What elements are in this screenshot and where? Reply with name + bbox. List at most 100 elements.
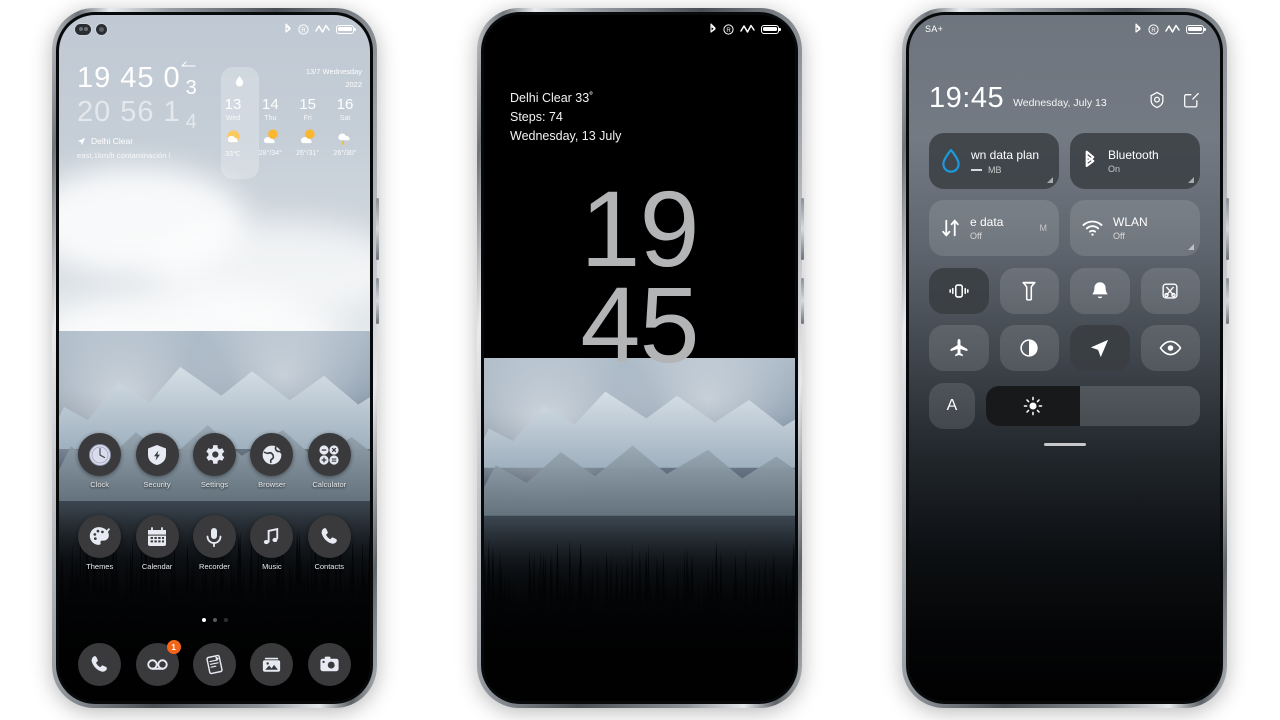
signal-icon — [740, 24, 755, 33]
music-note-icon — [250, 515, 294, 558]
volume-button-2[interactable] — [801, 198, 804, 260]
page-dot[interactable] — [212, 618, 217, 622]
dock-voicemail[interactable]: 1 — [135, 640, 181, 686]
phone-device-home: R 19 45 0 3 20 56 1 4 Delhi Clear east,1… — [52, 8, 379, 708]
app-contacts[interactable]: Contacts — [304, 515, 354, 571]
app-security[interactable]: Security — [132, 433, 182, 489]
tile-expand-corner[interactable] — [1188, 244, 1194, 250]
app-label: Music — [262, 562, 282, 571]
camera-punch-hole-dual — [75, 23, 91, 35]
signal-icon — [315, 24, 330, 33]
tile-subtitle: Off — [1113, 231, 1125, 241]
tile-title: e data — [970, 215, 1004, 229]
app-grid: Clock Security Settings Browser Calculat… — [59, 433, 370, 597]
drag-handle[interactable] — [1043, 443, 1086, 446]
calendar-icon — [135, 515, 179, 558]
bluetooth-icon — [710, 23, 716, 33]
phone-handset-icon — [91, 656, 108, 672]
tile-expand-corner[interactable] — [1047, 177, 1053, 183]
app-recorder[interactable]: Recorder — [189, 515, 239, 571]
lock-weather-line: Delhi Clear 33˚ — [510, 91, 594, 105]
location-arrow-icon — [1091, 339, 1109, 357]
tile-data-plan[interactable]: wn data plan MB — [929, 133, 1059, 189]
toggle-vibrate[interactable] — [929, 268, 989, 314]
brightness-slider-fill — [986, 386, 1081, 426]
lock-clock: 19 45 — [484, 175, 795, 385]
tile-title: WLAN — [1113, 215, 1148, 229]
dock: 1 — [59, 640, 370, 686]
edit-pencil-icon[interactable] — [1182, 91, 1200, 109]
dock-camera[interactable] — [307, 643, 351, 686]
scissors-crop-icon — [1162, 283, 1178, 299]
weather-widget[interactable]: 13/7 Wednesday 2022 13 Wed 33℃ 14 Thu 28… — [216, 67, 362, 179]
power-button-2[interactable] — [801, 278, 804, 324]
tile-title: Bluetooth — [1108, 148, 1159, 162]
notes-icon — [206, 654, 223, 675]
carrier-label: SA+ — [925, 24, 944, 34]
toggle-screenshot[interactable] — [1140, 268, 1200, 314]
power-button-1[interactable] — [376, 278, 379, 324]
mobile-data-icon — [942, 219, 959, 237]
app-themes[interactable]: Themes — [75, 515, 125, 571]
vibrate-icon — [949, 284, 969, 298]
forecast-day[interactable]: 16 Sat 26°/30° — [328, 96, 362, 158]
auto-brightness-label: A — [946, 397, 958, 414]
toggle-eye-comfort[interactable] — [1140, 325, 1200, 371]
app-calculator[interactable]: Calculator — [304, 433, 354, 489]
location-text: Delhi Clear — [91, 136, 134, 146]
dock-notes[interactable] — [192, 643, 236, 686]
app-label: Security — [143, 480, 171, 489]
brightness-slider[interactable] — [986, 386, 1200, 426]
ring-silent-icon: R — [723, 23, 734, 35]
gallery-icon — [263, 657, 281, 672]
app-calendar[interactable]: Calendar — [132, 515, 182, 571]
tile-wlan[interactable]: WLAN Off — [1070, 200, 1200, 256]
microphone-icon — [192, 515, 236, 558]
eye-icon — [1159, 340, 1182, 356]
tile-expand-corner[interactable] — [1188, 177, 1194, 183]
phone-device-lock: R Delhi Clear 33˚ Steps: 74 Wednesday, 1… — [477, 8, 804, 708]
airplane-icon — [950, 339, 968, 357]
tile-mobile-data[interactable]: e data Off M — [929, 200, 1059, 256]
app-row-2: Themes Calendar Recorder Music Contacts — [59, 515, 370, 571]
clock-hour-alt: 20 — [77, 96, 112, 128]
bell-icon — [1091, 282, 1108, 299]
app-label: Themes — [86, 562, 114, 571]
volume-button-3[interactable] — [1226, 198, 1229, 260]
clock-extra-big-alt: 1 — [163, 96, 181, 128]
status-bar-3: SA+ R — [909, 15, 1220, 43]
dock-gallery[interactable] — [250, 643, 294, 686]
app-label: Settings — [200, 480, 229, 489]
gear-icon[interactable] — [1148, 91, 1166, 109]
phone-device-control-center: SA+ R 19:45 Wednesday, July 13 wn data p… — [902, 8, 1229, 708]
lock-date-line: Wednesday, 13 July — [510, 129, 622, 143]
toggle-location[interactable] — [1070, 325, 1130, 371]
forecast-weekday: Sat — [339, 115, 351, 122]
toggle-do-not-disturb[interactable] — [1070, 268, 1130, 314]
forecast-day[interactable]: 15 Fri 26°/31° — [291, 96, 325, 158]
contrast-circle-icon — [1020, 339, 1038, 357]
app-browser[interactable]: Browser — [247, 433, 297, 489]
control-center: 19:45 Wednesday, July 13 wn data plan MB… — [909, 15, 1220, 446]
app-music[interactable]: Music — [247, 515, 297, 571]
tile-subtitle: Off — [970, 231, 982, 241]
tile-bluetooth[interactable]: Bluetooth On — [1070, 133, 1200, 189]
voicemail-icon — [146, 659, 168, 670]
power-button-3[interactable] — [1226, 278, 1229, 324]
globe-icon — [250, 433, 294, 476]
ring-silent-icon: R — [298, 23, 309, 35]
volume-button-1[interactable] — [376, 198, 379, 260]
app-clock[interactable]: Clock — [75, 433, 125, 489]
dock-phone[interactable] — [78, 643, 122, 686]
forecast-temp: 26°/31° — [296, 150, 320, 157]
toggle-flashlight[interactable] — [999, 268, 1059, 314]
page-dot[interactable] — [223, 618, 228, 622]
toggle-dark-mode[interactable] — [999, 325, 1059, 371]
auto-brightness-button[interactable]: A — [929, 383, 975, 429]
page-dot-active[interactable] — [201, 618, 206, 622]
app-label: Calendar — [141, 562, 173, 571]
tile-trailing: M — [1039, 223, 1048, 233]
lock-clock-minute: 45 — [580, 264, 699, 385]
toggle-airplane-mode[interactable] — [929, 325, 989, 371]
app-settings[interactable]: Settings — [189, 433, 239, 489]
